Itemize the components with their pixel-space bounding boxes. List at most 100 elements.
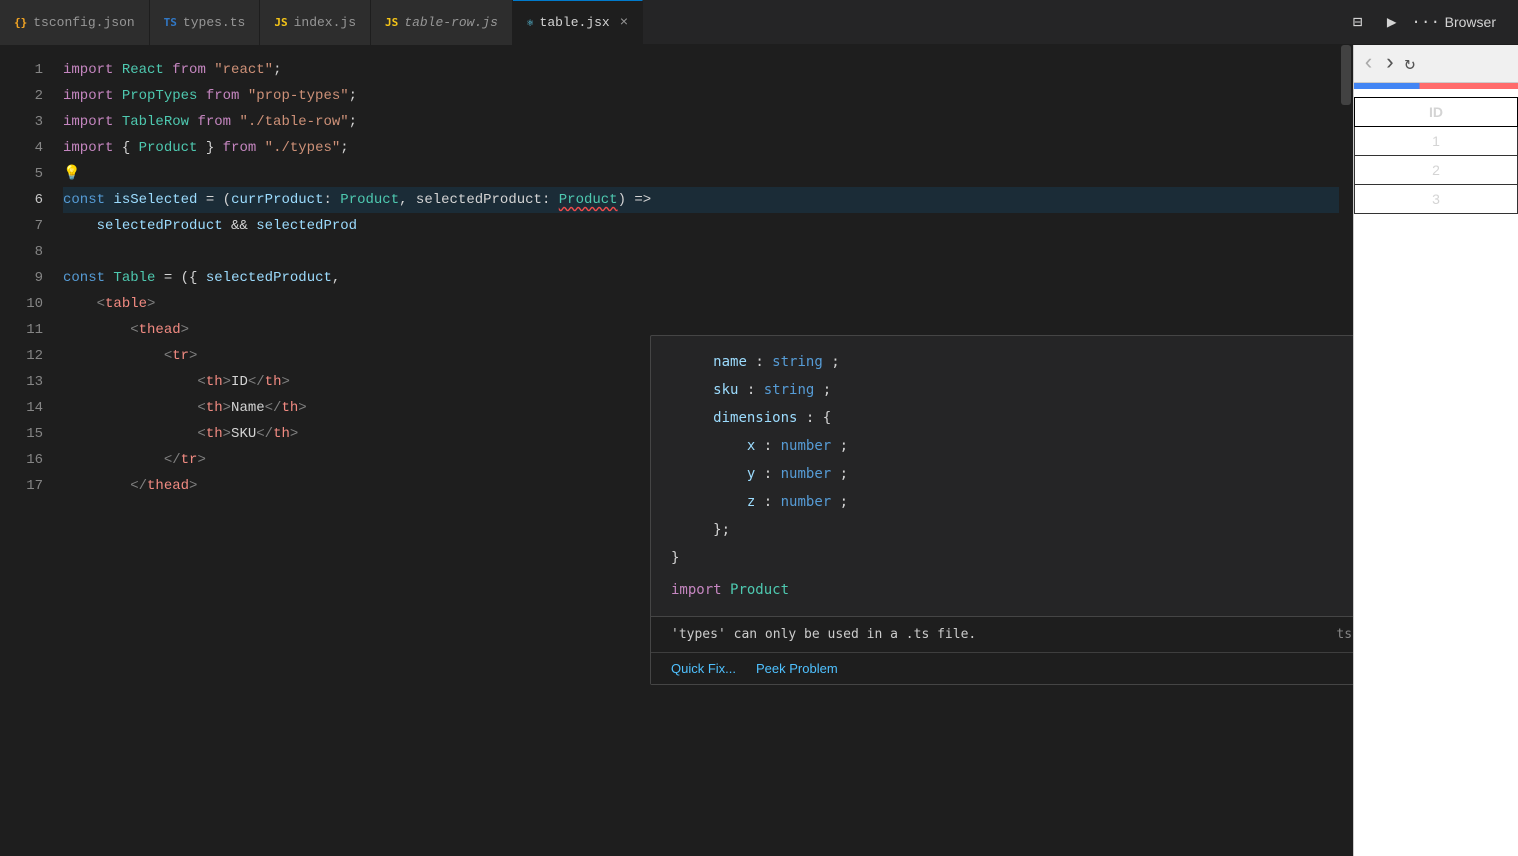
lt-10: < bbox=[97, 291, 105, 317]
indent-14 bbox=[63, 395, 197, 421]
code-line-4: import { Product } from "./types" ; bbox=[63, 135, 1339, 161]
gt-12: > bbox=[189, 343, 197, 369]
browser-label: Browser bbox=[1445, 14, 1508, 30]
tooltip-line-6: z : number ; bbox=[671, 488, 1353, 516]
selectedproduct-param: selectedProduct bbox=[416, 187, 542, 213]
table-ident: Table bbox=[113, 265, 163, 291]
tooltip-line-5: y : number ; bbox=[671, 460, 1353, 488]
table-row-1: 1 bbox=[1355, 127, 1518, 156]
code-line-7: selectedProduct && selectedProd bbox=[63, 213, 1339, 239]
tab-label-tablejsx: table.jsx bbox=[540, 15, 610, 30]
line-num-7: 7 bbox=[0, 213, 43, 239]
lt-17: </ bbox=[130, 473, 147, 499]
tab-table-jsx[interactable]: ⚛ table.jsx × bbox=[513, 0, 643, 45]
th-name-close: th bbox=[281, 395, 298, 421]
punct-2: ; bbox=[349, 83, 357, 109]
kw-import-4: import bbox=[63, 135, 122, 161]
scrollbar-thumb bbox=[1341, 45, 1351, 105]
tooltip-line-8: } bbox=[671, 544, 1353, 572]
browser-nav: ‹ › ↻ bbox=[1354, 45, 1518, 83]
lt-15b: </ bbox=[256, 421, 273, 447]
lightbulb-icon[interactable]: 💡 bbox=[63, 161, 80, 187]
tab-label-index: index.js bbox=[294, 15, 356, 30]
kw-const-9: const bbox=[63, 265, 113, 291]
kw-from-4: from bbox=[223, 135, 265, 161]
line-num-1: 1 bbox=[0, 57, 43, 83]
indent-7 bbox=[63, 213, 97, 239]
tab-label-tsconfig: tsconfig.json bbox=[33, 15, 134, 30]
run-button[interactable]: ▶ bbox=[1377, 7, 1407, 37]
gt-15b: > bbox=[290, 421, 298, 447]
code-line-10: < table > bbox=[63, 291, 1339, 317]
back-button[interactable]: ‹ bbox=[1362, 51, 1375, 76]
thead-tag: thead bbox=[139, 317, 181, 343]
lt-11: < bbox=[130, 317, 138, 343]
gt-10: > bbox=[147, 291, 155, 317]
tab-index[interactable]: JS index.js bbox=[260, 0, 371, 45]
tooltip-line-1: name : string ; bbox=[671, 348, 1353, 376]
code-line-6: const isSelected = ( currProduct : Produ… bbox=[63, 187, 1339, 213]
tab-actions: ⊟ ▶ ··· Browser bbox=[1333, 7, 1518, 37]
str-tablerow: "./table-row" bbox=[239, 109, 348, 135]
lt-12: < bbox=[164, 343, 172, 369]
th-sku-tag: th bbox=[206, 421, 223, 447]
refresh-button[interactable]: ↻ bbox=[1404, 53, 1415, 75]
product-ident-4: Product bbox=[139, 135, 206, 161]
tooltip-error-code: ts(8010) bbox=[1336, 627, 1353, 642]
gt-13a: > bbox=[223, 369, 231, 395]
split-editor-button[interactable]: ⊟ bbox=[1343, 7, 1373, 37]
quick-fix-link[interactable]: Quick Fix... bbox=[671, 661, 736, 676]
eq-6: = bbox=[206, 187, 223, 213]
table-row-3: 3 bbox=[1355, 185, 1518, 214]
tab-table-row[interactable]: JS table-row.js bbox=[371, 0, 513, 45]
peek-problem-link[interactable]: Peek Problem bbox=[756, 661, 838, 676]
product-type-6b: Product bbox=[559, 187, 618, 213]
paren-open-6: ( bbox=[223, 187, 231, 213]
currproduct-param: currProduct bbox=[231, 187, 323, 213]
tab-types[interactable]: TS types.ts bbox=[150, 0, 261, 45]
selectedproduct-9: selectedProduct bbox=[206, 265, 332, 291]
indent-16 bbox=[63, 447, 164, 473]
line-num-4: 4 bbox=[0, 135, 43, 161]
tab-tsconfig[interactable]: {} tsconfig.json bbox=[0, 0, 150, 45]
str-react: "react" bbox=[214, 57, 273, 83]
comma-6: , bbox=[399, 187, 416, 213]
browser-content: ID 1 2 3 bbox=[1354, 83, 1518, 856]
indent-15 bbox=[63, 421, 197, 447]
line-num-16: 16 bbox=[0, 447, 43, 473]
indent-13 bbox=[63, 369, 197, 395]
forward-button[interactable]: › bbox=[1383, 51, 1396, 76]
tooltip-import-line: import Product bbox=[671, 576, 1353, 604]
line-num-14: 14 bbox=[0, 395, 43, 421]
indent-17 bbox=[63, 473, 130, 499]
kw-import-2: import bbox=[63, 83, 122, 109]
gt-14a: > bbox=[223, 395, 231, 421]
close-icon[interactable]: × bbox=[620, 15, 628, 31]
amp-7: && bbox=[231, 213, 256, 239]
gt-14b: > bbox=[298, 395, 306, 421]
js-icon-index: JS bbox=[274, 16, 287, 29]
id-text: ID bbox=[231, 369, 248, 395]
tr-tag: tr bbox=[172, 343, 189, 369]
lt-13: < bbox=[197, 369, 205, 395]
line-numbers: 1 2 3 4 5 6 7 8 9 10 11 12 13 14 15 16 1… bbox=[0, 45, 55, 856]
table-row-2: 2 bbox=[1355, 156, 1518, 185]
main-area: 1 2 3 4 5 6 7 8 9 10 11 12 13 14 15 16 1… bbox=[0, 45, 1518, 856]
name-text: Name bbox=[231, 395, 265, 421]
table-tag-10: table bbox=[105, 291, 147, 317]
punct-1: ; bbox=[273, 57, 281, 83]
preview-table: ID 1 2 3 bbox=[1354, 97, 1518, 214]
browser-panel: ‹ › ↻ ID 1 2 bbox=[1353, 45, 1518, 856]
th-id-tag: th bbox=[206, 369, 223, 395]
lt-16: </ bbox=[164, 447, 181, 473]
tooltip-line-4: x : number ; bbox=[671, 432, 1353, 460]
indent-12 bbox=[63, 343, 164, 369]
kw-import-1: import bbox=[63, 57, 122, 83]
colon-6a: : bbox=[323, 187, 340, 213]
more-button[interactable]: ··· bbox=[1411, 7, 1441, 37]
kw-from-2: from bbox=[206, 83, 248, 109]
tooltip-error-section: 'types' can only be used in a .ts file. … bbox=[651, 617, 1353, 652]
code-line-5: 💡 bbox=[63, 161, 1339, 187]
line-num-17: 17 bbox=[0, 473, 43, 499]
line-num-15: 15 bbox=[0, 421, 43, 447]
